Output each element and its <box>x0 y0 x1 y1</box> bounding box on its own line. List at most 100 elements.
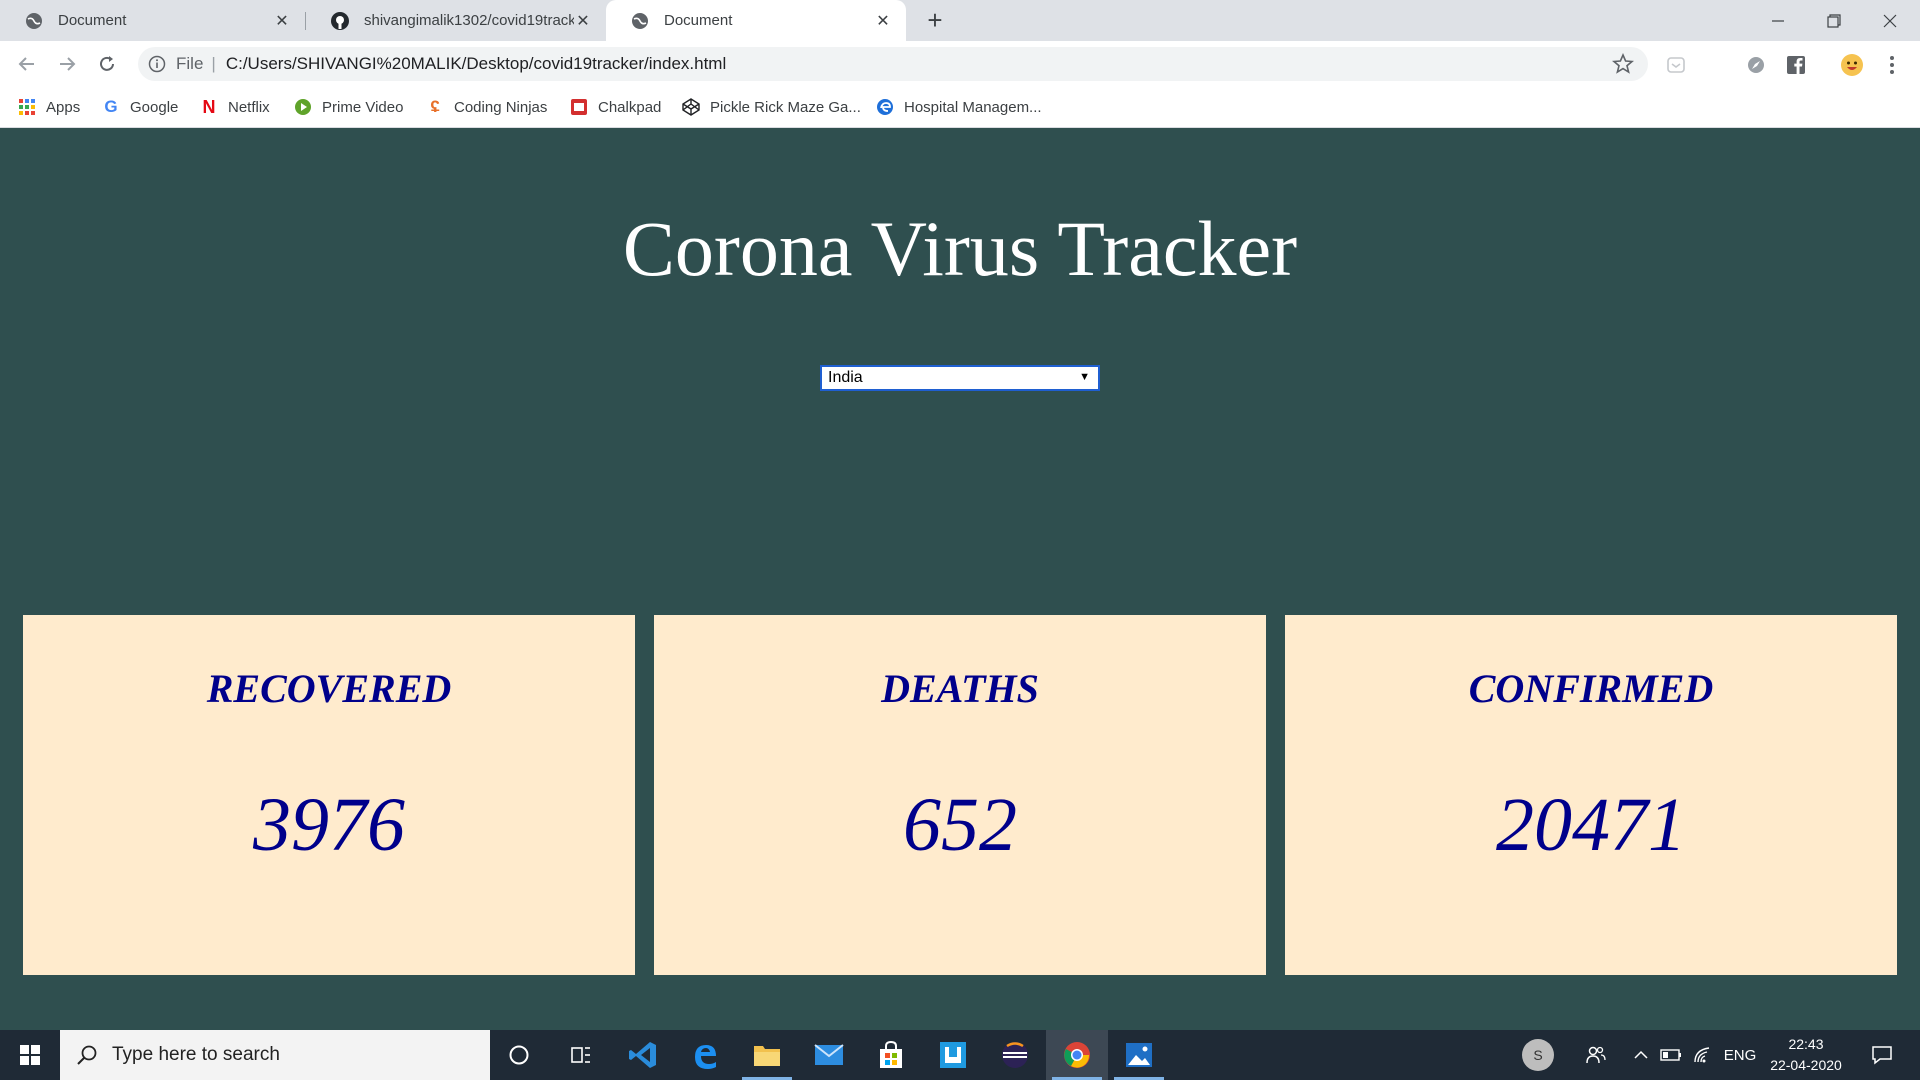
system-clock[interactable]: 22:43 22-04-2020 <box>1764 1034 1848 1076</box>
taskbar-app-eclipse[interactable] <box>984 1030 1046 1080</box>
bookmark-label: Hospital Managem... <box>904 98 1042 116</box>
windows-logo-icon <box>20 1045 40 1065</box>
vscode-icon <box>629 1042 656 1068</box>
avatar-emoji-icon <box>1841 54 1863 76</box>
tab-document-active[interactable]: Document ✕ <box>606 0 906 41</box>
language-indicator[interactable]: ENG <box>1720 1030 1760 1080</box>
taskbar-app-vscode[interactable] <box>612 1030 674 1080</box>
bookmark-prime-video[interactable]: Prime Video <box>294 87 403 127</box>
close-window-button[interactable] <box>1862 0 1918 41</box>
taskbar-app-store[interactable] <box>860 1030 922 1080</box>
taskbar: Type here to search S ENG 22:43 22-04-20… <box>0 1030 1920 1080</box>
bookmark-netflix[interactable]: N Netflix <box>200 87 270 127</box>
bookmark-label: Chalkpad <box>598 98 662 116</box>
bookmark-label: Pickle Rick Maze Ga... <box>710 98 861 116</box>
taskbar-search[interactable]: Type here to search <box>60 1030 490 1080</box>
dropdown-arrow-icon: ▼ <box>1079 371 1090 383</box>
tab-title: Document <box>58 12 127 29</box>
extension-button[interactable] <box>1784 53 1808 77</box>
bookmark-label: Prime Video <box>322 98 404 116</box>
address-bar[interactable]: File | C:/Users/SHIVANGI%20MALIK/Desktop… <box>138 47 1648 81</box>
profile-avatar[interactable] <box>1840 53 1864 77</box>
people-button[interactable] <box>1578 1030 1614 1080</box>
url-scheme: File <box>176 54 204 73</box>
start-button[interactable] <box>0 1030 60 1080</box>
country-select[interactable]: India ▼ <box>820 365 1100 391</box>
reload-icon <box>100 56 114 71</box>
bookmark-hospital[interactable]: Hospital Managem... <box>876 87 1042 127</box>
restore-button[interactable] <box>1806 0 1862 41</box>
battery-button[interactable] <box>1656 1030 1686 1080</box>
prime-video-icon <box>294 98 312 116</box>
forward-button[interactable] <box>52 49 82 79</box>
taskbar-app-photos[interactable] <box>1108 1030 1170 1080</box>
google-icon: G <box>104 97 118 116</box>
task-view-button[interactable] <box>550 1030 612 1080</box>
battery-icon <box>1660 1049 1681 1061</box>
apps-grid-icon <box>18 98 36 116</box>
wifi-button[interactable] <box>1688 1030 1718 1080</box>
mail-icon <box>814 1044 844 1065</box>
info-icon <box>148 55 166 73</box>
edge-icon <box>876 98 894 116</box>
cortana-button[interactable] <box>488 1030 550 1080</box>
chalkpad-icon <box>570 98 588 116</box>
recovered-card: RECOVERED 3976 <box>23 615 635 975</box>
taskbar-app-edge[interactable] <box>674 1030 736 1080</box>
wifi-icon <box>1694 1047 1710 1063</box>
user-avatar[interactable]: S <box>1518 1030 1558 1080</box>
recovered-label: RECOVERED <box>206 666 452 711</box>
bookmark-coding-ninjas[interactable]: ʢ Coding Ninjas <box>426 87 547 127</box>
github-icon <box>331 11 349 30</box>
tab-close-icon[interactable]: ✕ <box>273 12 291 30</box>
browser-tabstrip: Document ✕ shivangimalik1302/covid19trac… <box>0 0 1920 41</box>
taskbar-app-unknown[interactable] <box>922 1030 984 1080</box>
url-text: C:/Users/SHIVANGI%20MALIK/Desktop/covid1… <box>225 54 727 73</box>
eclipse-icon <box>1002 1042 1028 1068</box>
taskbar-app-mail[interactable] <box>798 1030 860 1080</box>
globe-icon <box>26 12 42 29</box>
task-view-icon <box>571 1047 590 1063</box>
store-bag-icon <box>880 1041 902 1068</box>
taskbar-app-file-explorer[interactable] <box>736 1030 798 1080</box>
pocket-icon <box>1667 57 1685 73</box>
minimize-button[interactable] <box>1750 0 1806 41</box>
bookmark-label: Coding Ninjas <box>454 98 548 116</box>
bookmark-pickle-rick[interactable]: Pickle Rick Maze Ga... <box>682 87 861 127</box>
close-icon <box>1883 14 1897 27</box>
more-vert-icon <box>1890 56 1894 74</box>
back-button[interactable] <box>12 49 42 79</box>
bookmark-chalkpad[interactable]: Chalkpad <box>570 87 661 127</box>
deaths-card: DEATHS 652 <box>654 615 1266 975</box>
reload-button[interactable] <box>92 49 122 79</box>
bookmark-label: Apps <box>46 98 81 116</box>
bookmark-star-icon[interactable] <box>1612 53 1634 75</box>
clock-time: 22:43 <box>1788 1036 1824 1052</box>
photos-icon <box>1126 1043 1152 1067</box>
browser-toolbar: File | C:/Users/SHIVANGI%20MALIK/Desktop… <box>0 41 1920 87</box>
tab-title: Document <box>664 12 733 29</box>
extension-button[interactable] <box>1744 53 1768 77</box>
show-hidden-icons-button[interactable] <box>1626 1030 1656 1080</box>
chrome-icon <box>1064 1042 1090 1068</box>
extension-button[interactable] <box>1664 53 1688 77</box>
bookmarks-bar: Apps G Google N Netflix Prime Video ʢ Co… <box>0 87 1920 128</box>
tab-document-1[interactable]: Document ✕ <box>0 0 305 41</box>
cortana-icon <box>509 1045 529 1065</box>
confirmed-count: 20471 <box>1496 783 1686 867</box>
tab-close-icon[interactable]: ✕ <box>574 12 592 30</box>
coding-ninjas-icon: ʢ <box>430 97 440 116</box>
deaths-count: 652 <box>903 783 1017 867</box>
tab-github[interactable]: shivangimalik1302/covid19tracker ✕ <box>306 0 606 41</box>
new-tab-button[interactable]: + <box>921 5 949 35</box>
confirmed-label: CONFIRMED <box>1468 666 1714 711</box>
bookmark-google[interactable]: G Google <box>102 87 178 127</box>
codepen-icon <box>682 98 700 116</box>
minimize-icon <box>1772 19 1784 22</box>
action-center-button[interactable] <box>1862 1030 1902 1080</box>
avatar-circle: S <box>1522 1039 1554 1071</box>
bookmark-apps[interactable]: Apps <box>18 87 80 127</box>
taskbar-app-chrome[interactable] <box>1046 1030 1108 1080</box>
tab-close-icon[interactable]: ✕ <box>874 12 892 30</box>
browser-menu-button[interactable] <box>1880 53 1904 77</box>
